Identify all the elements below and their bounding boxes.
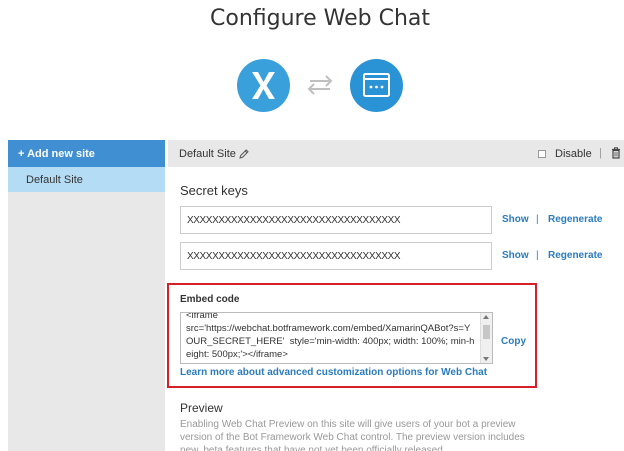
scroll-thumb[interactable]	[483, 325, 490, 339]
embed-scrollbar[interactable]	[480, 313, 492, 363]
disable-label: Disable	[555, 148, 592, 160]
pencil-icon[interactable]	[238, 147, 250, 165]
embed-code-text: <iframe src='https://webchat.botframewor…	[186, 312, 475, 360]
exchange-arrows-icon	[306, 75, 334, 100]
show-key-2-link[interactable]: Show	[502, 250, 529, 261]
secret-keys-heading: Secret keys	[180, 183, 248, 198]
secret-key-field-1[interactable]: XXXXXXXXXXXXXXXXXXXXXXXXXXXXXXXXXX	[180, 206, 492, 234]
secret-key-field-2[interactable]: XXXXXXXXXXXXXXXXXXXXXXXXXXXXXXXXXX	[180, 242, 492, 270]
link-separator: |	[536, 214, 539, 225]
embed-code-textarea[interactable]: <iframe src='https://webchat.botframewor…	[180, 312, 493, 364]
learn-more-link[interactable]: Learn more about advanced customization …	[180, 367, 487, 378]
trash-icon[interactable]	[611, 146, 621, 164]
sidebar-item-default-site[interactable]: Default Site	[8, 167, 165, 192]
embed-code-heading: Embed code	[180, 294, 240, 305]
xamarin-logo-icon	[237, 59, 290, 112]
show-key-1-link[interactable]: Show	[502, 214, 529, 225]
regenerate-key-1-link[interactable]: Regenerate	[548, 214, 602, 225]
web-chat-window-icon	[350, 59, 403, 112]
preview-description: Enabling Web Chat Preview on this site w…	[180, 419, 525, 451]
add-new-site-button[interactable]: + Add new site	[8, 140, 165, 167]
scroll-down-arrow-icon[interactable]	[483, 357, 489, 361]
regenerate-key-2-link[interactable]: Regenerate	[548, 250, 602, 261]
disable-checkbox[interactable]	[538, 150, 546, 158]
preview-heading: Preview	[180, 401, 223, 415]
scroll-up-arrow-icon[interactable]	[483, 315, 489, 319]
copy-embed-link[interactable]: Copy	[501, 336, 526, 347]
site-name-label: Default Site	[179, 148, 236, 160]
page-title: Configure Web Chat	[210, 6, 430, 31]
link-separator: |	[536, 250, 539, 261]
header-separator: |	[599, 147, 602, 159]
